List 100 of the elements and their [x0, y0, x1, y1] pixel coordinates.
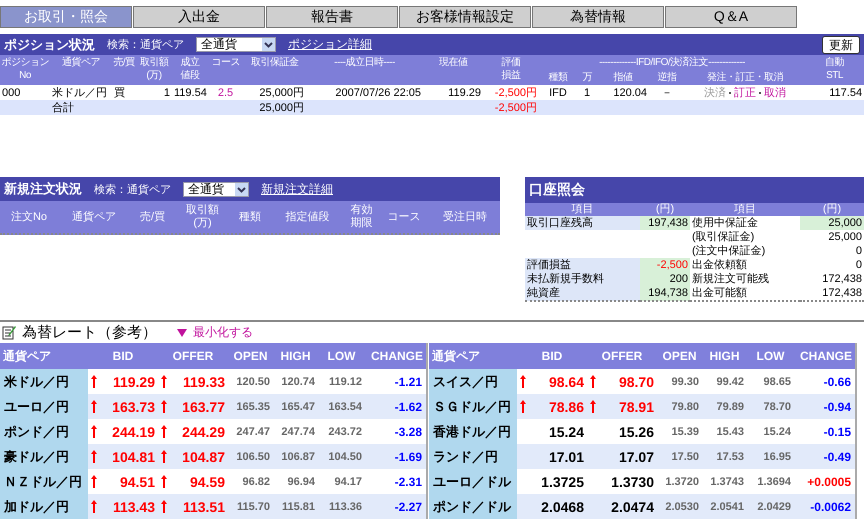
column-header: 売/買 [138, 210, 166, 224]
up-arrow-icon [91, 450, 97, 463]
column-header: OFFER [587, 343, 657, 369]
table-cell: 新規注文可能残 [690, 272, 800, 286]
table-cell: ポンド／ドル [429, 494, 517, 519]
column-header: 通貨ペア [429, 343, 517, 369]
up-arrow-icon [161, 500, 167, 513]
column-header: コース [386, 210, 422, 224]
column-header: OFFER [158, 343, 228, 369]
table-cell: 2.5 [208, 85, 243, 100]
table-cell: IFD [539, 85, 577, 100]
table-cell: 香港ドル／円 [429, 419, 517, 444]
table-cell: -2,500円 [483, 100, 539, 115]
table-cell: 米ドル／円 [50, 85, 112, 100]
column-header: 種類 [238, 210, 262, 224]
table-cell: 15.24 [747, 419, 794, 444]
table-cell: 16.95 [747, 444, 794, 469]
table-cell: 165.47 [273, 394, 318, 419]
price-cell: 113.51 [158, 494, 228, 519]
minimize-link[interactable]: 最小化する [193, 324, 253, 341]
table-cell: 25,000円 [243, 85, 306, 100]
table-cell: -1.21 [365, 369, 427, 394]
column-header: 指値 [597, 70, 649, 85]
column-header: ポジション No [0, 55, 50, 85]
table-cell: 2007/07/26 22:05 [306, 85, 423, 100]
table-cell: -2,500円 [483, 85, 539, 100]
table-cell: (注文中保証金) [690, 244, 800, 258]
price-cell: 78.91 [587, 394, 657, 419]
table-cell: － [649, 85, 685, 100]
detail-link[interactable]: ポジション詳細 [288, 36, 372, 53]
column-header: 通貨ペア [50, 55, 112, 85]
table-cell: 1.3720 [657, 469, 702, 494]
action-link[interactable]: 訂正 [734, 87, 756, 99]
price-cell: 94.59 [158, 469, 228, 494]
table-cell: 15.43 [702, 419, 747, 444]
column-header: 種類 [539, 70, 577, 85]
chevron-down-icon [262, 38, 275, 51]
column-header: CHANGE [794, 343, 856, 369]
price-cell: 17.07 [587, 444, 657, 469]
column-header: 受注日時 [442, 210, 488, 224]
column-header: 発注・訂正・取消 [685, 70, 806, 85]
currency-select[interactable]: 全通貨 [183, 182, 249, 196]
triangle-down-icon [177, 328, 187, 336]
table-cell: 96.94 [273, 469, 318, 494]
search-label: 検索：通貨ペア [107, 38, 184, 52]
nav-tab[interactable]: 入出金 [133, 6, 265, 28]
table-cell: ＮＺドル／円 [0, 469, 88, 494]
table-cell: 未払新規手数料 [525, 272, 640, 286]
table-cell-text: 0 [854, 244, 863, 258]
action-link[interactable]: 取消 [764, 87, 786, 99]
table-cell: 78.70 [747, 394, 794, 419]
nav-tab[interactable]: 報告書 [266, 6, 398, 28]
detail-link[interactable]: 新規注文詳細 [261, 180, 333, 198]
table-cell: ランド／円 [429, 444, 517, 469]
refresh-button[interactable]: 更新 [822, 36, 860, 54]
column-header: コース [208, 55, 243, 85]
table-cell: 79.89 [702, 394, 747, 419]
table-cell: (取引保証金) [690, 230, 800, 244]
table-cell: 1.3694 [747, 469, 794, 494]
table-cell: 買 [112, 85, 136, 100]
table-cell: 17.53 [702, 444, 747, 469]
price-cell: 17.01 [517, 444, 587, 469]
up-arrow-icon [91, 375, 97, 388]
table-cell: 106.50 [228, 444, 273, 469]
table-cell: 2.0541 [702, 494, 747, 519]
table-cell-text: 172,438 [821, 272, 863, 286]
price-cell: 94.51 [88, 469, 158, 494]
table-cell: 172,438 [800, 286, 864, 301]
nav-tab[interactable]: 為替情報 [532, 6, 664, 28]
table-cell: 加ドル／円 [0, 494, 88, 519]
notepad-icon [2, 325, 16, 340]
table-cell: 出金依頼額 [690, 258, 800, 272]
column-header: HIGH [273, 343, 318, 369]
table-cell: 15.39 [657, 419, 702, 444]
column-header: 評価損益 [483, 55, 539, 85]
column-header: (円) [640, 203, 690, 216]
table-cell: 1 [577, 85, 597, 100]
nav-tab[interactable]: Q＆A [665, 6, 797, 28]
table-cell: 99.42 [702, 369, 747, 394]
table-cell: 247.74 [273, 419, 318, 444]
nav-tab[interactable]: お客様情報設定 [399, 6, 531, 28]
column-header: ----成立日時---- [306, 55, 423, 85]
table-cell: ポンド／円 [0, 419, 88, 444]
price-cell: 78.86 [517, 394, 587, 419]
column-header: 通貨ペア [0, 343, 88, 369]
section-title: 為替レート（参考） [22, 323, 157, 342]
column-header: 取引額 (万) [185, 202, 220, 231]
column-header: 現在値 [423, 55, 483, 85]
currency-select[interactable]: 全通貨 [196, 37, 276, 52]
up-arrow-icon [590, 375, 596, 388]
table-cell: 000 [0, 85, 50, 100]
column-header: 取引保証金 [243, 55, 306, 85]
table-cell: 194,738 [640, 286, 690, 301]
column-header: 項目 [525, 203, 640, 216]
column-header: CHANGE [365, 343, 427, 369]
action-link: 決済 [704, 87, 726, 99]
column-header: HIGH [702, 343, 747, 369]
table-cell: 119.29 [423, 85, 483, 100]
column-header: LOW [318, 343, 365, 369]
table-cell: +0.0005 [794, 469, 856, 494]
